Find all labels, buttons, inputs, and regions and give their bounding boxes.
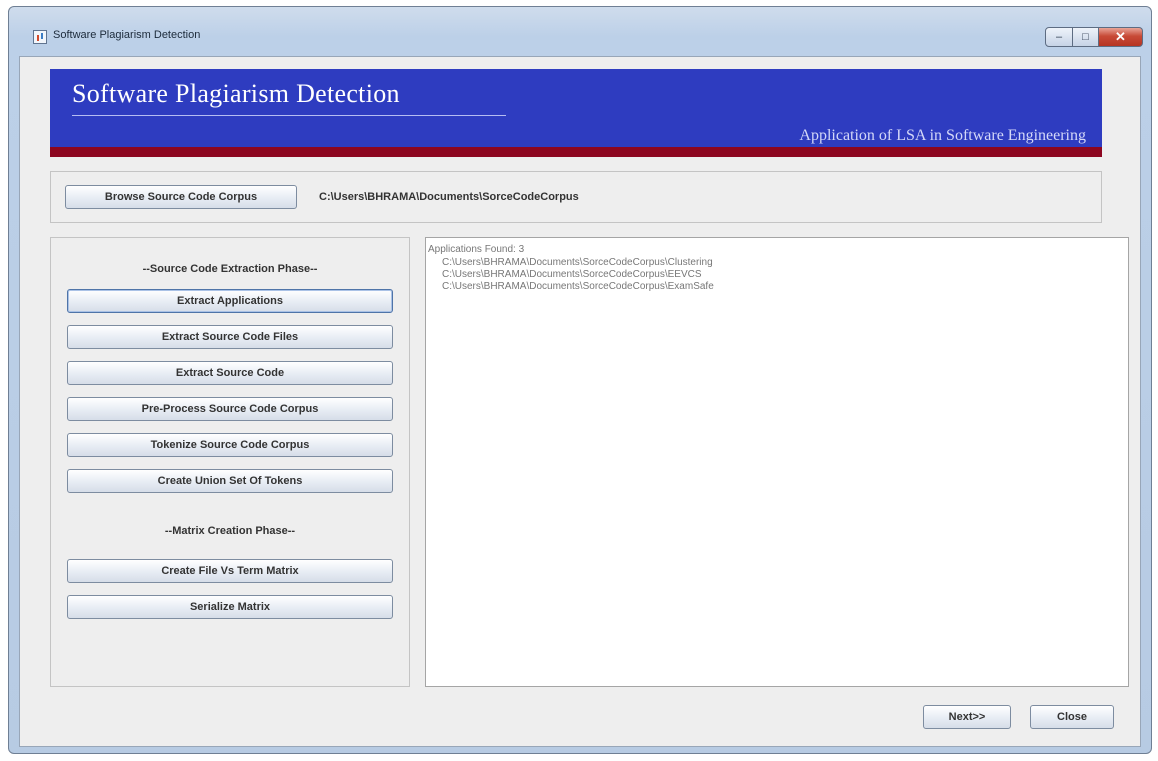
app-icon <box>33 30 47 44</box>
serialize-matrix-button[interactable]: Serialize Matrix <box>67 595 393 619</box>
next-button[interactable]: Next>> <box>923 705 1011 729</box>
banner-stripe <box>50 147 1102 157</box>
window-title: Software Plagiarism Detection <box>53 29 201 41</box>
extract-source-code-files-button[interactable]: Extract Source Code Files <box>67 325 393 349</box>
output-line: C:\Users\BHRAMA\Documents\SorceCodeCorpu… <box>442 281 714 292</box>
client-area: Software Plagiarism Detection Applicatio… <box>19 56 1141 747</box>
output-line: C:\Users\BHRAMA\Documents\SorceCodeCorpu… <box>442 257 713 268</box>
phase-controls-panel: --Source Code Extraction Phase-- Extract… <box>50 237 410 687</box>
header-banner: Software Plagiarism Detection Applicatio… <box>50 69 1102 157</box>
matrix-phase-label: --Matrix Creation Phase-- <box>164 525 296 537</box>
browse-panel: Browse Source Code Corpus C:\Users\BHRAM… <box>50 171 1102 223</box>
preprocess-corpus-button[interactable]: Pre-Process Source Code Corpus <box>67 397 393 421</box>
output-text-area[interactable]: Applications Found: 3 C:\Users\BHRAMA\Do… <box>425 237 1129 687</box>
create-file-term-matrix-button[interactable]: Create File Vs Term Matrix <box>67 559 393 583</box>
title-bar[interactable]: Software Plagiarism Detection – □ ✕ <box>9 7 1151 47</box>
close-button[interactable]: Close <box>1030 705 1114 729</box>
extract-applications-button[interactable]: Extract Applications <box>67 289 393 313</box>
output-lines: C:\Users\BHRAMA\Documents\SorceCodeCorpu… <box>442 257 714 293</box>
extraction-phase-label: --Source Code Extraction Phase-- <box>142 263 318 275</box>
banner-underline <box>72 115 506 116</box>
minimize-icon: – <box>1055 31 1063 43</box>
main-window: Software Plagiarism Detection – □ ✕ Soft… <box>8 6 1152 754</box>
banner-subtitle: Application of LSA in Software Engineeri… <box>799 127 1086 144</box>
maximize-icon: □ <box>1082 31 1089 43</box>
output-header: Applications Found: 3 <box>428 244 525 255</box>
minimize-button[interactable]: – <box>1045 27 1073 47</box>
extract-source-code-button[interactable]: Extract Source Code <box>67 361 393 385</box>
browse-corpus-button[interactable]: Browse Source Code Corpus <box>65 185 297 209</box>
output-line: C:\Users\BHRAMA\Documents\SorceCodeCorpu… <box>442 269 702 280</box>
window-controls: – □ ✕ <box>1045 27 1143 49</box>
create-union-set-button[interactable]: Create Union Set Of Tokens <box>67 469 393 493</box>
tokenize-corpus-button[interactable]: Tokenize Source Code Corpus <box>67 433 393 457</box>
maximize-button[interactable]: □ <box>1073 27 1099 47</box>
corpus-path-label: C:\Users\BHRAMA\Documents\SorceCodeCorpu… <box>319 191 579 203</box>
close-icon: ✕ <box>1115 29 1126 44</box>
banner-title: Software Plagiarism Detection <box>72 79 400 108</box>
window-close-button[interactable]: ✕ <box>1099 27 1143 47</box>
